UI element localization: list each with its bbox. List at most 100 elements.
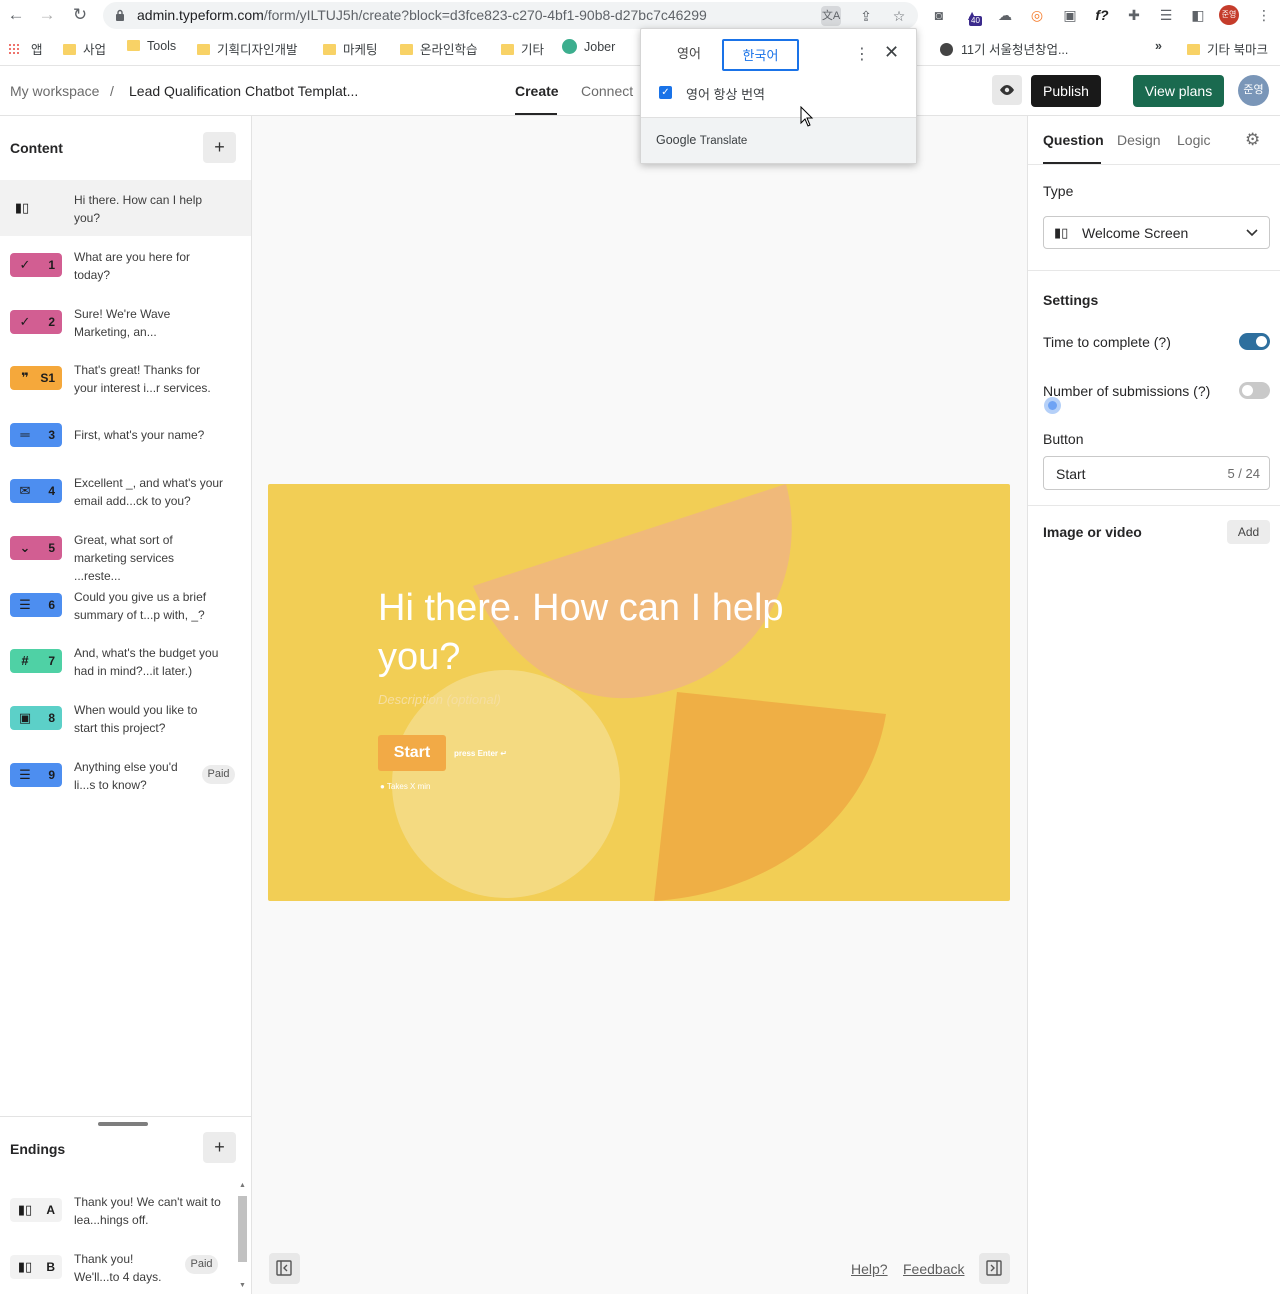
profile-avatar[interactable]: 준영 (1219, 5, 1239, 25)
question-number: 5 (48, 541, 55, 555)
add-ending-button[interactable]: + (203, 1132, 236, 1163)
reload-icon[interactable]: ↻ (69, 4, 91, 26)
question-badge: ═ 3 (10, 423, 62, 447)
scroll-up-icon[interactable]: ▲ (239, 1182, 246, 1189)
bookmark-folder[interactable]: 기타 (501, 39, 544, 58)
side-panel-icon[interactable]: ◧ (1187, 4, 1209, 26)
settings-panel: Question Design Logic ⚙ Type ▮▯ Welcome … (1027, 116, 1280, 1294)
list-item[interactable]: ✉ 4 Excellent _, and what's your email ad… (0, 463, 251, 519)
always-translate-label[interactable]: 영어 항상 번역 (686, 84, 765, 103)
resize-handle[interactable] (98, 1122, 148, 1126)
bookmark-jober[interactable]: Jober (562, 39, 615, 54)
list-item[interactable]: ═ 3 First, what's your name? (0, 407, 251, 463)
gear-icon[interactable]: ⚙ (1245, 130, 1260, 150)
extension-orange-icon[interactable]: ◎ (1026, 4, 1048, 26)
form-title[interactable]: Lead Qualification Chatbot Templat... (129, 83, 358, 99)
list-item[interactable]: ▮▯ Hi there. How can I help you? (0, 180, 251, 236)
type-select[interactable]: ▮▯ Welcome Screen (1043, 216, 1270, 249)
section-divider (1028, 505, 1280, 506)
breadcrumb-separator: / (110, 83, 114, 99)
reading-list-icon[interactable]: ☰ (1155, 4, 1177, 26)
list-item[interactable]: ▮▯ B Thank you! We'll...to 4 days. Paid (0, 1239, 251, 1295)
folder-icon (501, 44, 514, 55)
scroll-thumb[interactable] (238, 1196, 247, 1262)
share-icon[interactable]: ⇪ (856, 6, 876, 26)
kebab-menu-icon[interactable]: ⋮ (854, 44, 870, 64)
welcome-title[interactable]: Hi there. How can I help you? (378, 584, 798, 682)
back-icon[interactable]: ← (5, 4, 27, 26)
close-icon[interactable]: ✕ (884, 42, 899, 63)
list-item[interactable]: ⌄ 5 Great, what sort of marketing service… (0, 520, 251, 583)
time-hint: ● Takes X min (380, 782, 431, 791)
feedback-link[interactable]: Feedback (903, 1261, 964, 1277)
avatar[interactable]: 준영 (1238, 75, 1269, 106)
bookmark-folder[interactable]: 온라인학습 (400, 39, 478, 58)
target-language-tab[interactable]: 한국어 (722, 39, 799, 71)
bookmark-folder-other[interactable]: 기타 북마크 (1187, 39, 1268, 58)
always-translate-checkbox[interactable]: ✓ (659, 86, 672, 99)
add-media-button[interactable]: Add (1227, 520, 1270, 544)
description-placeholder[interactable]: Description (optional) (378, 692, 501, 707)
bookmarks-overflow[interactable]: » (1155, 39, 1162, 53)
welcome-screen-card[interactable]: Hi there. How can I help you? Descriptio… (268, 484, 1010, 901)
tab-create[interactable]: Create (515, 83, 559, 99)
scroll-down-icon[interactable]: ▼ (239, 1282, 246, 1289)
tab-connect[interactable]: Connect (581, 83, 633, 99)
question-badge: #7 (10, 649, 62, 673)
list-item[interactable]: ▮▯ A Thank you! We can't wait to lea...hi… (0, 1182, 251, 1238)
chevron-down-icon: ⌄ (19, 540, 31, 555)
list-item[interactable]: ☰ 6 Could you give us a brief summary of … (0, 577, 251, 633)
breadcrumb-workspace[interactable]: My workspace (10, 83, 99, 99)
ending-screen-icon: ▮▯ (17, 1259, 33, 1274)
type-value: Welcome Screen (1082, 225, 1189, 241)
tab-design[interactable]: Design (1117, 132, 1161, 148)
start-button[interactable]: Start (378, 735, 446, 771)
scrollbar[interactable]: ▲ ▼ (237, 1182, 248, 1294)
camera-icon[interactable]: ◙ (928, 4, 950, 26)
image-or-video-label: Image or video (1043, 524, 1142, 540)
list-item[interactable]: ✓ 1 What are you here for today? (0, 237, 251, 293)
collapse-left-panel-button[interactable] (269, 1253, 300, 1284)
source-language-tab[interactable]: 영어 (657, 39, 721, 71)
bookmark-apps[interactable]: 앱 (8, 39, 43, 58)
bookmark-folder[interactable]: Tools (127, 39, 176, 53)
collapse-right-panel-button[interactable] (979, 1253, 1010, 1284)
puzzle-icon[interactable]: ✚ (1123, 4, 1145, 26)
kebab-menu-icon[interactable]: ⋮ (1253, 4, 1275, 26)
tab-logic[interactable]: Logic (1177, 132, 1210, 148)
number-of-submissions-toggle[interactable] (1239, 382, 1270, 399)
view-plans-button[interactable]: View plans (1133, 75, 1224, 107)
globe-icon (940, 43, 953, 56)
bookmark-folder[interactable]: 기획디자인개발 (197, 39, 298, 58)
address-bar[interactable]: admin.typeform.com/form/yILTUJ5h/create?… (103, 2, 918, 29)
list-item[interactable]: #7 And, what's the budget you had in min… (0, 633, 251, 689)
star-icon[interactable]: ☆ (889, 6, 909, 26)
question-text: Excellent _, and what's your email add..… (74, 476, 224, 508)
extension-image-icon[interactable]: ▣ (1059, 4, 1081, 26)
cursor-highlight (1044, 397, 1061, 414)
tab-question[interactable]: Question (1043, 132, 1104, 148)
question-text: Anything else you'd li...s to know? (74, 760, 178, 792)
url-text: admin.typeform.com/form/yILTUJ5h/create?… (137, 7, 707, 23)
bookmark-folder[interactable]: 사업 (63, 39, 106, 58)
list-item[interactable]: ▣ 8 When would you like to start this pro… (0, 690, 251, 746)
settings-label: Settings (1043, 292, 1099, 308)
translate-icon[interactable]: 文A (821, 6, 841, 26)
publish-button[interactable]: Publish (1031, 75, 1101, 107)
add-question-button[interactable]: + (203, 132, 236, 163)
time-to-complete-toggle[interactable] (1239, 333, 1270, 350)
list-item[interactable]: ☰ 9 Anything else you'd li...s to know? P… (0, 747, 251, 803)
cloud-icon[interactable]: ☁ (994, 4, 1016, 26)
bookmark-link[interactable]: 11기 서울청년창업... (940, 39, 1068, 58)
button-text-input[interactable]: Start 5 / 24 (1043, 456, 1270, 490)
function-icon[interactable]: f? (1091, 4, 1113, 26)
preview-button[interactable] (992, 75, 1022, 105)
list-item[interactable]: ❞ S1 That's great! Thanks for your intere… (0, 350, 251, 406)
list-item[interactable]: ✓ 2 Sure! We're Wave Marketing, an... (0, 294, 251, 350)
extension-graduation-icon[interactable]: ▲ 40 (961, 4, 983, 26)
button-text-value: Start (1056, 466, 1086, 482)
bookmark-folder[interactable]: 마케팅 (323, 39, 378, 58)
forward-icon[interactable]: → (36, 4, 58, 26)
folder-icon (323, 44, 336, 55)
help-link[interactable]: Help? (851, 1261, 888, 1277)
